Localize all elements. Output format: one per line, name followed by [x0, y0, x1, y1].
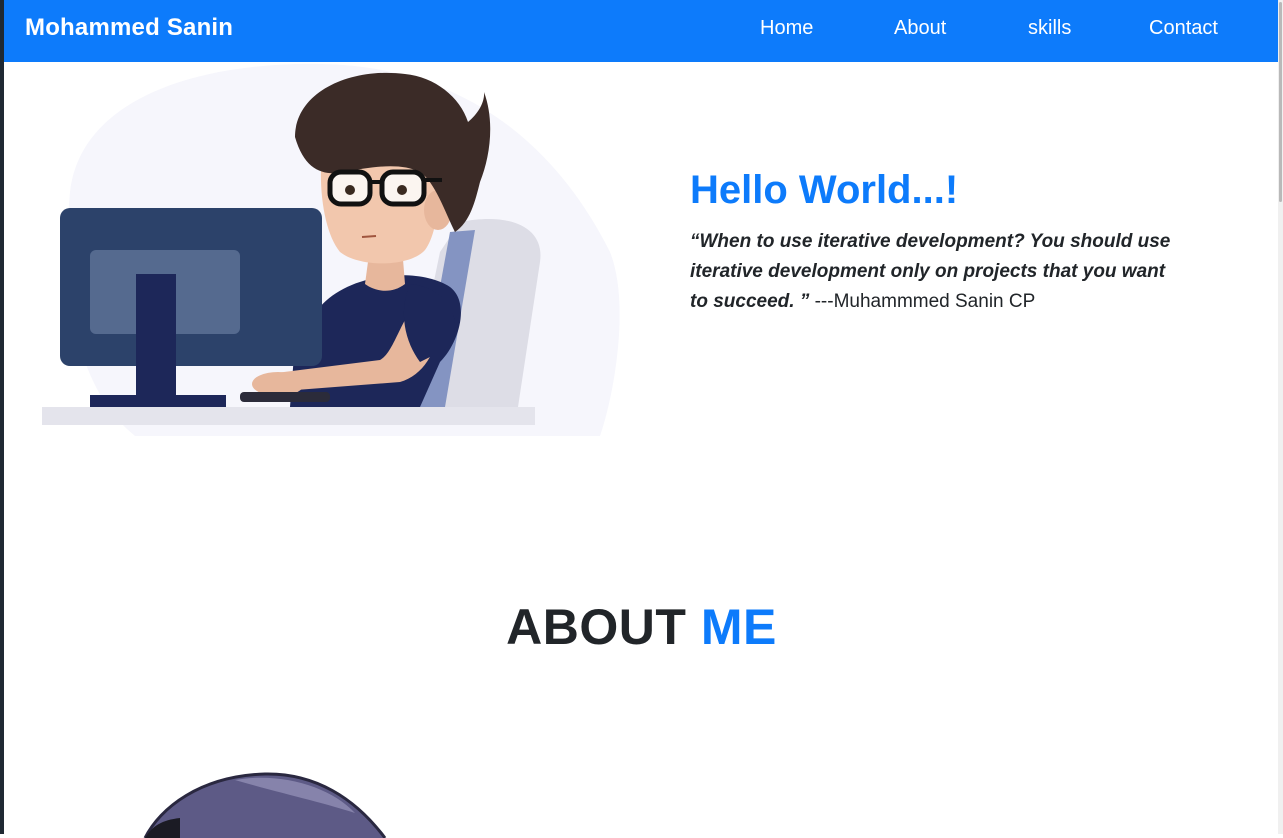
eye-right: [397, 185, 407, 195]
about-heading-word: ABOUT: [506, 599, 701, 655]
monitor-stand: [136, 274, 176, 404]
developer-at-computer-illustration: [42, 63, 620, 436]
nav-link-about[interactable]: About: [894, 17, 946, 40]
mouth-shape: [361, 235, 377, 238]
nav-link-skills[interactable]: skills: [1028, 17, 1071, 40]
nav-link-contact[interactable]: Contact: [1149, 17, 1218, 40]
about-heading-accent: ME: [700, 599, 777, 655]
nav-link-home[interactable]: Home: [760, 17, 813, 40]
developer-avatar-cap: [143, 772, 387, 838]
keyboard-shape: [240, 392, 330, 402]
navbar: Mohammed Sanin Home About skills Contact: [4, 0, 1278, 62]
desk-shape: [42, 407, 535, 425]
hero-title: Hello World...!: [690, 168, 959, 212]
glasses-arm: [424, 178, 442, 182]
scrollbar-thumb[interactable]: [1279, 2, 1282, 202]
page-scrollbar[interactable]: [1278, 0, 1283, 834]
brand-link[interactable]: Mohammed Sanin: [25, 14, 233, 42]
about-heading: ABOUT ME: [0, 598, 1283, 656]
glasses-bridge: [368, 180, 384, 184]
window-left-edge: [0, 0, 4, 834]
hero-quote: “When to use iterative development? You …: [690, 227, 1180, 317]
monitor-base: [90, 395, 226, 407]
quote-author: ---Muhammmed Sanin CP: [809, 291, 1036, 312]
eye-left: [345, 185, 355, 195]
